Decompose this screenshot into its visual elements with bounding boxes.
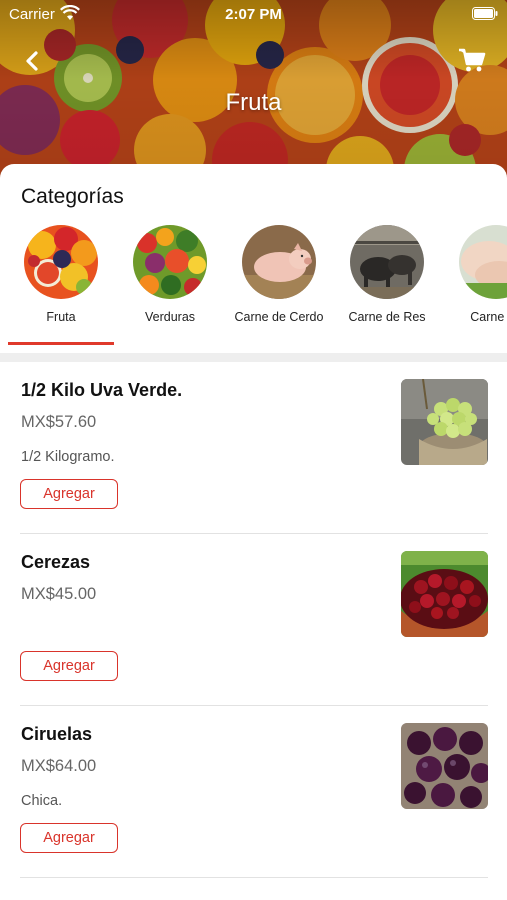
product-price: MX$64.00 <box>21 757 97 775</box>
category-label: Fruta <box>46 310 76 324</box>
product-item: 1/2 Kilo Uva Verde. MX$57.60 1/2 Kilogra… <box>0 362 507 534</box>
product-name: Cerezas <box>21 552 91 572</box>
add-button[interactable]: Agregar <box>20 479 118 509</box>
category-label: Carne de Res <box>348 310 426 324</box>
cart-button[interactable] <box>457 46 487 74</box>
add-button[interactable]: Agregar <box>20 823 118 853</box>
category-image-pollo <box>459 225 507 299</box>
selected-category-indicator <box>8 342 114 345</box>
section-divider <box>0 353 507 362</box>
category-label: Carne de <box>470 310 507 324</box>
category-label: Carne de Cerdo <box>234 310 324 324</box>
product-price: MX$57.60 <box>21 413 97 431</box>
product-price: MX$45.00 <box>21 585 97 603</box>
status-time: 2:07 PM <box>225 6 282 23</box>
product-description: Chica. <box>21 793 63 809</box>
product-image-grapes[interactable] <box>401 379 488 465</box>
category-item-carne-de-cerdo[interactable]: Carne de Cerdo <box>224 224 334 346</box>
categories-carousel[interactable]: Fruta Verduras Carne de Cerdo Carne de R… <box>0 224 507 346</box>
category-image-fruta <box>24 225 98 299</box>
category-image-verduras <box>133 225 207 299</box>
product-item: Cerezas MX$45.00 Agregar <box>0 534 507 706</box>
category-item-carne-de-res[interactable]: Carne de Res <box>332 224 442 346</box>
chevron-left-icon <box>26 51 38 71</box>
product-item: Ciruelas MX$64.00 Chica. Agregar <box>0 706 507 878</box>
product-image-plums[interactable] <box>401 723 488 809</box>
back-button[interactable] <box>20 48 46 74</box>
category-item-fruta[interactable]: Fruta <box>6 224 116 346</box>
product-image-cherries[interactable] <box>401 551 488 637</box>
category-image-cerdo <box>242 225 316 299</box>
page-title: Fruta <box>225 89 282 116</box>
content-sheet: Categorías Fruta Verduras Carne de Cerdo… <box>0 164 507 900</box>
category-label: Verduras <box>144 310 196 324</box>
product-name: 1/2 Kilo Uva Verde. <box>21 380 183 400</box>
add-button[interactable]: Agregar <box>20 651 118 681</box>
category-image-res <box>350 225 424 299</box>
category-item-carne-de-pollo[interactable]: Carne de <box>441 224 507 346</box>
categories-heading: Categorías <box>21 185 124 208</box>
product-description: 1/2 Kilogramo. <box>21 449 115 465</box>
product-name: Ciruelas <box>21 724 93 744</box>
category-item-verduras[interactable]: Verduras <box>115 224 225 346</box>
row-separator <box>20 877 488 878</box>
cart-icon <box>459 48 486 72</box>
status-bar: Carrier 2:07 PM <box>0 0 507 28</box>
battery-icon <box>472 7 498 20</box>
